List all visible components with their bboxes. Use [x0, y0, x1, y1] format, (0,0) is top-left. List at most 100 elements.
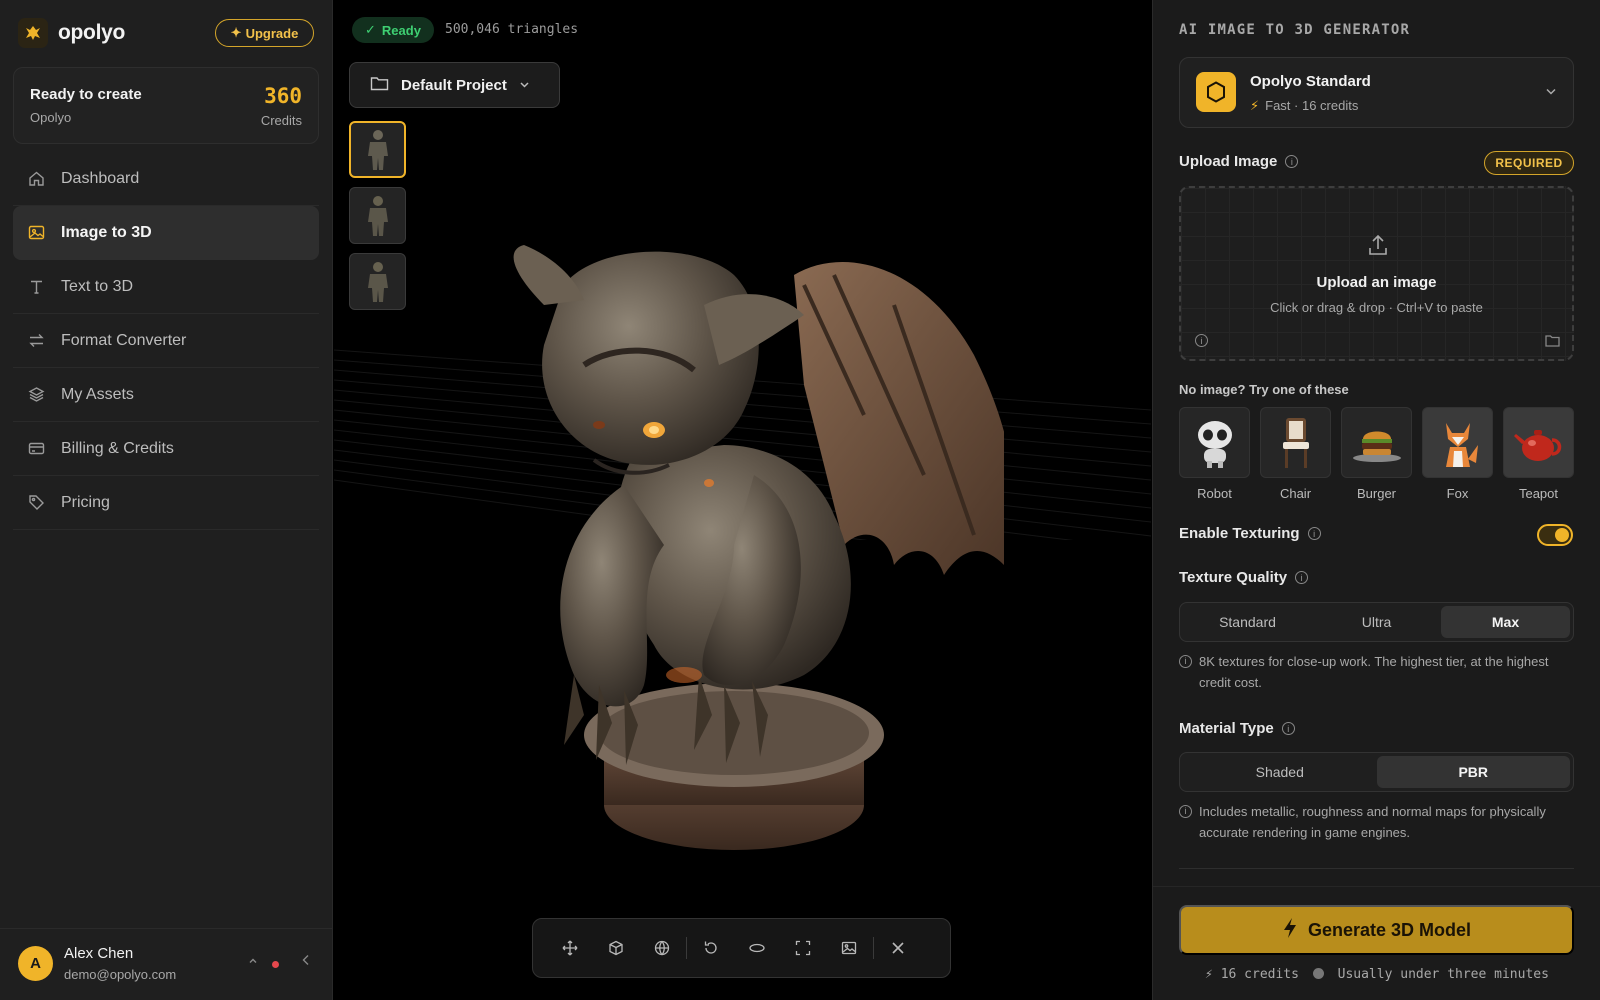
model-thumbnail[interactable] [349, 121, 406, 178]
3d-viewport[interactable]: ✓ Ready 500,046 triangles Default Projec… [334, 0, 1151, 1000]
image-icon [27, 224, 45, 242]
sample-fox[interactable]: Fox [1422, 407, 1493, 501]
user-email: demo@opolyo.com [64, 967, 177, 982]
chevron-up-icon[interactable] [248, 954, 258, 969]
status-badge: ✓ Ready [352, 17, 434, 43]
sidebar-item-image-to-3d[interactable]: Image to 3D [13, 206, 319, 260]
dropzone-hint: Click or drag & drop · Ctrl+V to paste [1270, 300, 1483, 315]
sample-label: Fox [1446, 486, 1469, 501]
sidebar-item-label: Dashboard [61, 169, 140, 187]
generate-credits: 16 credits [1220, 967, 1299, 982]
sample-chair[interactable]: Chair [1260, 407, 1331, 501]
credits-unit: Credits [260, 113, 302, 128]
sample-label: Burger [1356, 486, 1397, 501]
upgrade-button[interactable]: ✦ Upgrade [215, 19, 314, 47]
sample-robot[interactable]: Robot [1179, 407, 1250, 501]
user-profile[interactable]: A Alex Chen demo@opolyo.com [0, 928, 333, 1000]
sparkle-icon: ✦ [230, 25, 242, 40]
brand-name: opolyo [58, 21, 126, 44]
upload-image-label: Upload Image i [1179, 153, 1299, 170]
credits-card-subtitle: Opolyo [30, 110, 72, 125]
info-icon[interactable]: i [1285, 155, 1299, 168]
cube-icon[interactable] [593, 925, 639, 971]
required-badge: REQUIRED [1484, 151, 1574, 175]
toolbar-divider [686, 937, 687, 959]
folder-icon [370, 75, 389, 95]
status-label: Ready [381, 22, 421, 38]
enable-texturing-label: Enable Texturing i [1179, 525, 1321, 542]
rotate-icon[interactable] [688, 925, 734, 971]
info-icon[interactable]: i [1295, 571, 1309, 584]
info-icon[interactable]: i [1195, 334, 1208, 347]
sidebar-item-label: My Assets [61, 385, 134, 403]
texture-quality-selector: Standard Ultra Max [1179, 602, 1574, 642]
brand-logo[interactable]: opolyo [18, 18, 125, 48]
credit-card-icon [27, 440, 45, 458]
figure-thumbnail-icon [367, 261, 388, 302]
sidebar-item-text-to-3d[interactable]: Text to 3D [13, 260, 319, 314]
sample-images: Robot Chair Burger Fox Teapot [1179, 407, 1574, 501]
sidebar-item-pricing[interactable]: Pricing [13, 476, 319, 530]
material-type-pbr[interactable]: PBR [1376, 756, 1570, 788]
info-icon: i [1179, 655, 1192, 668]
model-thumbnail[interactable] [349, 187, 406, 244]
sidebar-nav: Dashboard Image to 3D Text to 3D Format … [13, 152, 319, 530]
model-selector[interactable]: Opolyo Standard ⚡ Fast · 16 credits [1179, 57, 1574, 128]
burger-thumbnail [1341, 407, 1412, 478]
credits-card-title: Ready to create [30, 86, 142, 103]
info-icon[interactable]: i [1307, 527, 1321, 540]
project-selector[interactable]: Default Project [349, 62, 560, 108]
home-icon [27, 170, 45, 188]
avatar[interactable]: A [18, 946, 53, 981]
folder-icon[interactable] [1545, 334, 1560, 352]
fullscreen-icon[interactable] [780, 925, 826, 971]
sidebar-item-billing-credits[interactable]: Billing & Credits [13, 422, 319, 476]
orbit-icon[interactable] [734, 925, 780, 971]
material-type-note: i Includes metallic, roughness and norma… [1179, 801, 1574, 843]
robot-thumbnail [1179, 407, 1250, 478]
check-icon: ✓ [365, 22, 376, 37]
texturing-toggle[interactable] [1537, 524, 1573, 546]
sidebar-item-format-converter[interactable]: Format Converter [13, 314, 319, 368]
image-dropzone[interactable]: Upload an image Click or drag & drop · C… [1179, 186, 1574, 361]
move-icon[interactable] [547, 925, 593, 971]
screenshot-icon[interactable] [826, 925, 872, 971]
generate-label: Generate 3D Model [1307, 919, 1472, 940]
tag-icon [27, 494, 45, 512]
generator-panel: AI IMAGE TO 3D GENERATOR Opolyo Standard… [1152, 0, 1600, 1000]
collapse-sidebar-icon[interactable] [301, 954, 311, 969]
logo-icon [18, 18, 48, 48]
sidebar-item-my-assets[interactable]: My Assets [13, 368, 319, 422]
model-meta: ⚡ Fast · 16 credits [1250, 98, 1359, 113]
sidebar-item-dashboard[interactable]: Dashboard [13, 152, 319, 206]
info-icon[interactable]: i [1281, 722, 1295, 735]
user-name: Alex Chen [64, 945, 134, 962]
notification-dot [272, 961, 279, 968]
sample-teapot[interactable]: Teapot [1503, 407, 1574, 501]
gargoyle-model[interactable] [504, 245, 1004, 865]
texture-quality-ultra[interactable]: Ultra [1312, 606, 1441, 638]
generate-3d-model-button[interactable]: Generate 3D Model [1179, 905, 1574, 955]
sidebar-item-label: Text to 3D [61, 277, 134, 295]
material-type-shaded[interactable]: Shaded [1183, 756, 1377, 788]
upload-icon [1368, 234, 1388, 261]
texture-quality-standard[interactable]: Standard [1183, 606, 1312, 638]
globe-icon[interactable] [639, 925, 685, 971]
texture-quality-max[interactable]: Max [1441, 606, 1570, 638]
text-icon [27, 278, 45, 296]
figure-thumbnail-icon [367, 129, 388, 170]
layers-icon [27, 386, 45, 404]
sample-label: Chair [1279, 486, 1312, 501]
triangle-count: 500,046 triangles [445, 22, 579, 37]
sample-label: Robot [1197, 486, 1232, 501]
lightning-icon: ⚡ [1205, 967, 1213, 982]
close-icon[interactable] [875, 925, 921, 971]
panel-footer: Generate 3D Model ⚡ 16 credits Usually u… [1153, 886, 1600, 1000]
sidebar: opolyo ✦ Upgrade Ready to create Opolyo … [0, 0, 333, 1000]
panel-title: AI IMAGE TO 3D GENERATOR [1179, 22, 1411, 38]
sample-burger[interactable]: Burger [1341, 407, 1412, 501]
sidebar-item-label: Image to 3D [61, 223, 152, 241]
model-thumbnail[interactable] [349, 253, 406, 310]
texture-quality-note: i 8K textures for close-up work. The hig… [1179, 651, 1574, 693]
generate-meta: ⚡ 16 credits Usually under three minutes [1153, 967, 1600, 982]
